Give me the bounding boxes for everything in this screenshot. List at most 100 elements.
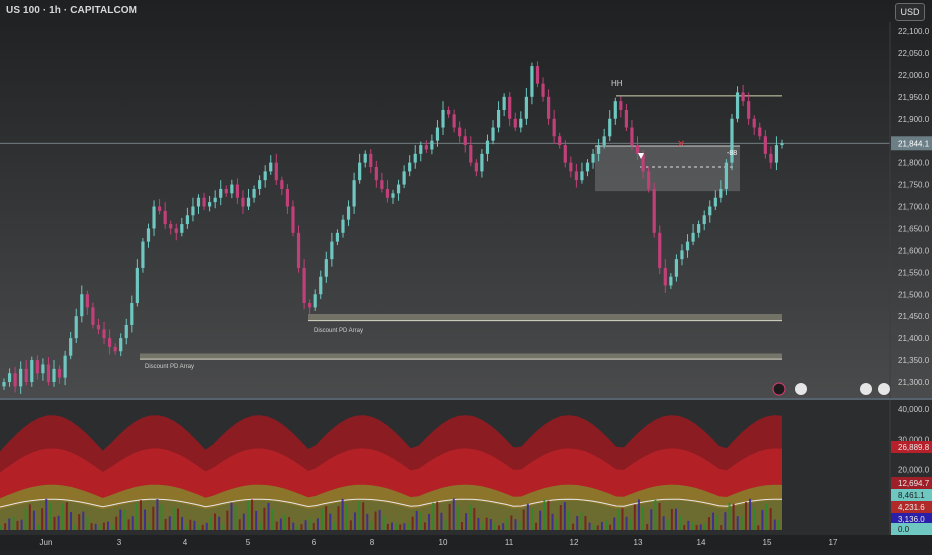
alert-icon — [795, 383, 807, 395]
x-tick-label: 8 — [370, 538, 375, 547]
candle-body — [124, 324, 128, 339]
volume-bar — [226, 510, 229, 530]
volume-bar — [164, 518, 167, 530]
price-chart[interactable]: HH Discount PD Array Discount PD Array -88 ✕… — [0, 0, 932, 550]
volume-bar — [596, 525, 599, 530]
volume-bar — [20, 519, 23, 530]
volume-bar — [572, 523, 575, 530]
volume-bar — [683, 525, 686, 530]
alert-icon-2 — [860, 383, 872, 395]
x-tick-label: 14 — [697, 538, 706, 547]
candle-body — [230, 184, 234, 194]
volume-bar — [115, 516, 118, 530]
volume-bar — [670, 508, 673, 530]
candle-body — [63, 355, 67, 378]
volume-bar — [131, 516, 134, 530]
candle-body — [619, 101, 623, 110]
volume-bar — [316, 518, 319, 530]
volume-bar — [4, 523, 7, 530]
volume-badge-label: 8,461.1 — [898, 491, 925, 500]
volume-bar — [666, 518, 669, 530]
candle-body — [241, 197, 245, 207]
volume-bar — [139, 500, 142, 530]
candle-body — [541, 83, 545, 97]
volume-bar — [633, 504, 636, 530]
volume-bar — [629, 518, 632, 530]
hh-label: HH — [611, 79, 623, 88]
volume-bar — [111, 524, 114, 530]
y-tick-label: 21,950.0 — [898, 93, 930, 102]
candle — [652, 182, 656, 238]
volume-bar — [102, 522, 105, 530]
candle-body — [396, 184, 401, 194]
candle-body — [663, 267, 667, 286]
y-tick-label: 21,500.0 — [898, 290, 930, 299]
candle-body — [496, 109, 501, 128]
candle-body — [185, 215, 189, 225]
candle-body — [113, 346, 117, 352]
candle — [730, 113, 734, 171]
candle-body — [552, 118, 556, 137]
volume-bar — [654, 499, 657, 530]
volume-bar — [646, 523, 649, 530]
volume-bar — [341, 498, 344, 530]
candle-body — [57, 368, 62, 378]
candle-body — [80, 294, 84, 317]
volume-bar — [185, 524, 188, 530]
volume-bar — [712, 512, 715, 530]
volume-bar — [650, 509, 653, 530]
volume-bar — [732, 503, 735, 530]
volume-bar — [267, 502, 270, 530]
candle-body — [269, 162, 273, 172]
volume-bar — [374, 511, 377, 530]
volume-bar — [156, 499, 159, 530]
y-tick-label: 21,650.0 — [898, 224, 930, 233]
candle-body — [669, 276, 673, 286]
candle-body — [441, 109, 445, 128]
volume-bar — [263, 507, 266, 530]
candle-body — [30, 360, 34, 382]
candle-body — [735, 92, 740, 119]
volume-bar — [662, 516, 665, 530]
candle-body — [46, 364, 51, 382]
cross-marker: ✕ — [677, 139, 685, 150]
volume-bar — [749, 498, 752, 530]
chart-area[interactable]: HH Discount PD Array Discount PD Array -88 ✕… — [0, 0, 932, 550]
x-tick-label: 17 — [829, 538, 838, 547]
candle-body — [135, 267, 139, 304]
candle-body — [474, 162, 478, 172]
volume-bar — [214, 513, 217, 530]
alert-icon-3 — [878, 383, 890, 395]
candle-body — [224, 188, 228, 194]
candle-body — [635, 145, 640, 154]
volume-bar — [415, 510, 418, 530]
volume-bar — [576, 516, 579, 530]
candle-body — [358, 162, 362, 181]
volume-bar — [448, 504, 451, 530]
candle-body — [69, 338, 73, 356]
currency-button[interactable]: USD — [895, 3, 925, 21]
volume-bar — [473, 508, 476, 530]
volume-badge-label: 0.0 — [898, 525, 910, 534]
candle-body — [74, 316, 78, 339]
volume-bar — [440, 512, 443, 530]
candle-body — [235, 184, 239, 198]
candle-body — [130, 303, 134, 325]
candle-body — [213, 197, 217, 203]
candle-body — [430, 140, 434, 150]
volume-bar — [152, 506, 155, 530]
volume-bar — [625, 516, 628, 530]
volume-bar — [135, 503, 138, 530]
volume-bar — [288, 517, 291, 530]
volume-bar — [32, 510, 35, 530]
candle-body — [385, 188, 390, 198]
volume-bar — [325, 506, 328, 530]
candle-body — [296, 232, 301, 268]
candle-body — [674, 259, 679, 277]
volume-bar — [300, 524, 303, 530]
volume-bar — [518, 521, 521, 530]
candle-body — [769, 153, 773, 163]
volume-bar — [691, 521, 694, 530]
volume-bar — [481, 522, 484, 530]
volume-bar — [205, 522, 208, 530]
